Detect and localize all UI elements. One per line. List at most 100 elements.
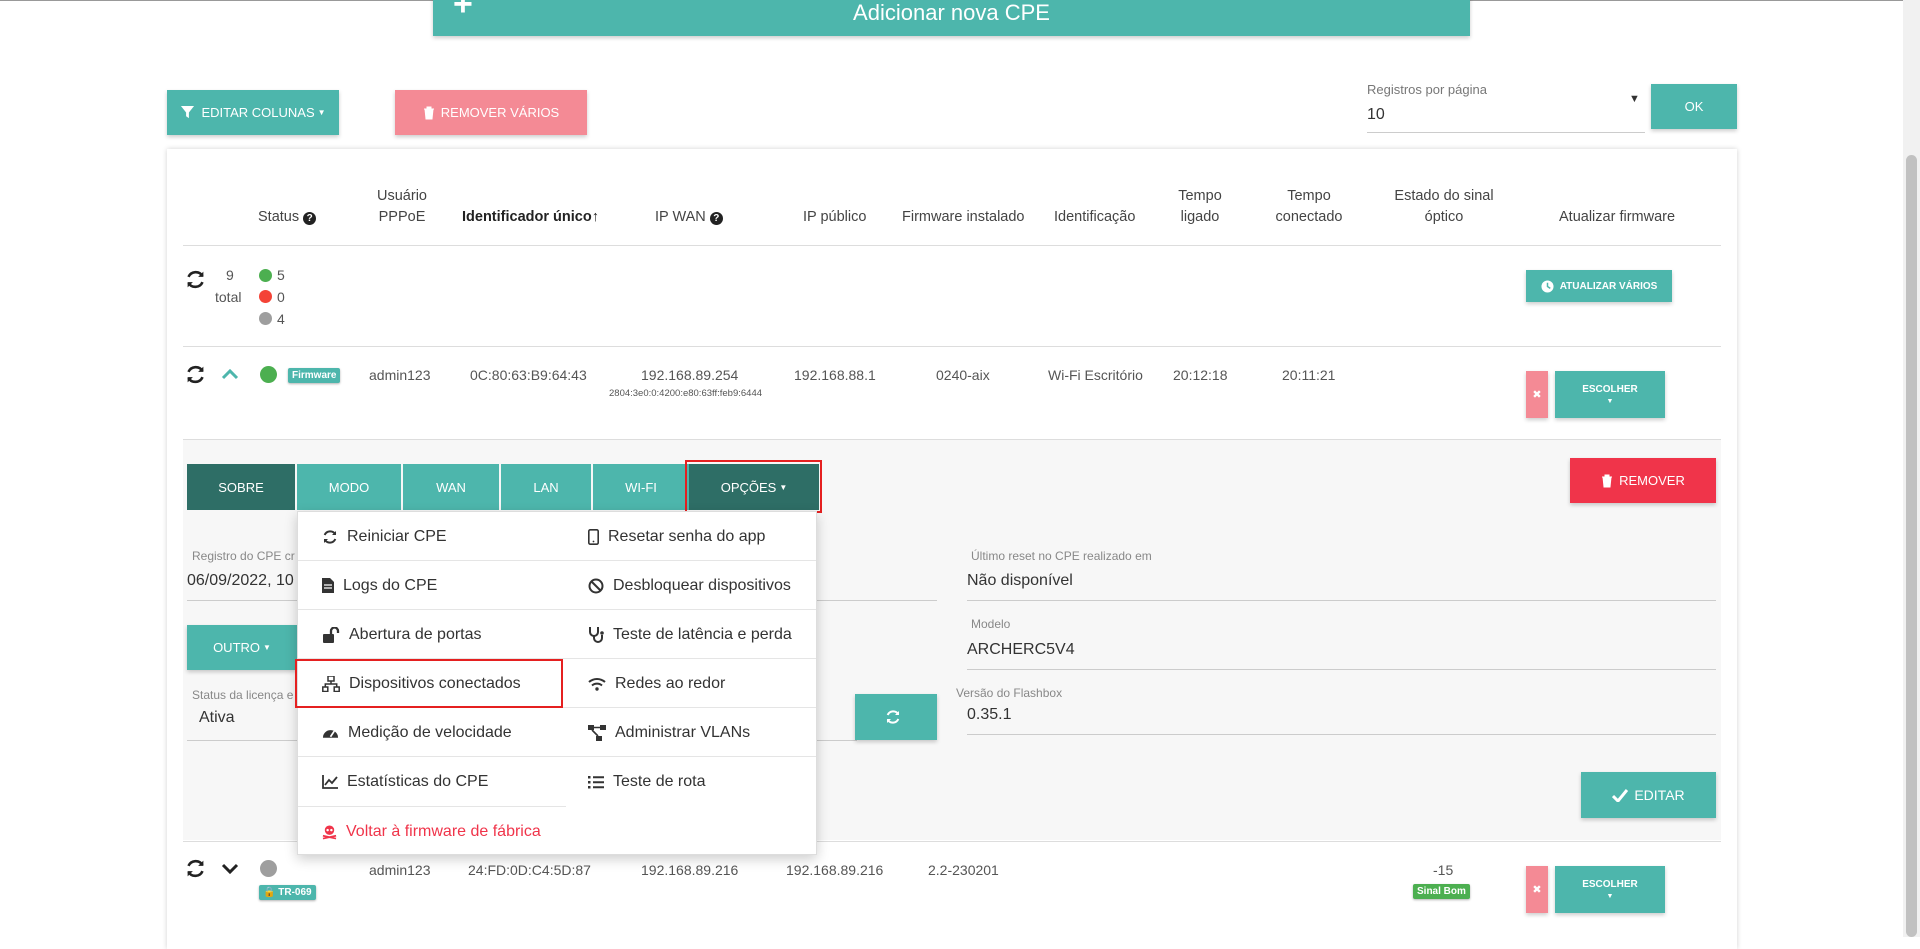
- offline-dot: [259, 290, 272, 303]
- line-chart-icon: [322, 774, 338, 789]
- skull-icon: [322, 824, 337, 839]
- header-update-firmware[interactable]: Atualizar firmware: [1559, 207, 1675, 228]
- help-icon[interactable]: ?: [303, 212, 317, 225]
- tab-lan[interactable]: LAN: [501, 464, 591, 510]
- stethoscope-icon: [589, 627, 604, 643]
- file-icon: [322, 578, 334, 593]
- filter-icon: [181, 105, 195, 119]
- clear-firmware-button[interactable]: ✖: [1526, 866, 1548, 913]
- tab-sobre[interactable]: SOBRE: [187, 464, 295, 510]
- refresh-icon: [886, 710, 900, 724]
- menu-item-nearby-networks[interactable]: Redes ao redor: [588, 659, 816, 708]
- menu-item-restart-cpe[interactable]: Reiniciar CPE: [322, 512, 582, 561]
- row-ip-public: 192.168.89.216: [786, 862, 884, 878]
- menu-item-label: Reiniciar CPE: [347, 527, 447, 545]
- edit-columns-button[interactable]: EDITAR COLUNAS ▼: [167, 90, 339, 135]
- remove-many-button[interactable]: REMOVER VÁRIOS: [395, 90, 587, 135]
- last-reset-label: Último reset no CPE realizado em: [971, 549, 1152, 563]
- refresh-license-button[interactable]: [855, 694, 937, 740]
- lock-icon: 🔒: [263, 887, 276, 898]
- header-firmware[interactable]: Firmware instalado: [902, 207, 1025, 228]
- tab-wifi[interactable]: WI-FI: [593, 464, 689, 510]
- last-reset-value: Não disponível: [967, 572, 1073, 589]
- ok-button[interactable]: OK: [1651, 84, 1737, 129]
- menu-item-speed-test[interactable]: Medição de velocidade: [322, 708, 582, 757]
- refresh-icon[interactable]: [185, 364, 206, 385]
- license-value: Ativa: [199, 709, 235, 726]
- menu-item-cpe-statistics[interactable]: Estatísticas do CPE: [322, 757, 582, 806]
- other-button[interactable]: OUTRO ▼: [187, 625, 297, 670]
- row-pppoe: admin123: [369, 367, 431, 383]
- menu-item-unblock-devices[interactable]: Desbloquear dispositivos: [588, 561, 816, 610]
- tab-wan[interactable]: WAN: [403, 464, 499, 510]
- tr069-badge: 🔒 TR-069: [259, 885, 316, 900]
- trash-icon: [423, 106, 434, 119]
- records-per-page-select[interactable]: 10: [1367, 106, 1645, 133]
- clock-icon: [1541, 279, 1554, 293]
- header-pppoe[interactable]: Usuário PPPoE: [370, 186, 434, 228]
- select-caret-icon[interactable]: ▼: [1629, 93, 1640, 105]
- menu-item-cpe-logs[interactable]: Logs do CPE: [322, 561, 582, 610]
- header-optical[interactable]: Estado do sinal óptico: [1384, 186, 1504, 228]
- flashbox-value: 0.35.1: [967, 706, 1012, 723]
- refresh-icon[interactable]: [185, 269, 206, 290]
- unknown-dot: [259, 312, 272, 325]
- choose-label: ESCOLHER: [1582, 384, 1638, 395]
- header-connected-line1: Tempo: [1287, 188, 1331, 204]
- row-optical-value: -15: [1433, 862, 1454, 878]
- header-identification[interactable]: Identificação: [1054, 207, 1135, 228]
- mobile-icon: [588, 528, 599, 545]
- check-icon: [1612, 788, 1629, 802]
- unlock-icon: [323, 626, 340, 643]
- divider: [183, 245, 1721, 246]
- update-many-button[interactable]: ATUALIZAR VÁRIOS: [1526, 270, 1672, 302]
- help-icon[interactable]: ?: [709, 212, 723, 225]
- header-uptime-line1: Tempo: [1178, 188, 1222, 204]
- list-icon: [588, 775, 604, 788]
- caret-down-icon: ▼: [317, 108, 326, 117]
- tab-modo[interactable]: MODO: [297, 464, 401, 510]
- menu-item-latency-test[interactable]: Teste de latência e perda: [588, 610, 816, 659]
- header-ip-public[interactable]: IP público: [803, 207, 866, 228]
- header-unique-id[interactable]: Identificador único↑: [462, 207, 599, 228]
- row-ip-wan: 192.168.89.216: [641, 862, 739, 878]
- registration-value: 06/09/2022, 10: [187, 572, 294, 589]
- header-ip-wan[interactable]: IP WAN ?: [655, 207, 723, 228]
- highlight-box: [295, 659, 563, 708]
- header-uptime[interactable]: Tempo ligado: [1175, 186, 1225, 228]
- vertical-scrollbar[interactable]: [1903, 0, 1920, 937]
- clear-firmware-button[interactable]: ✖: [1526, 371, 1548, 418]
- row-firmware: 0240-aix: [936, 367, 990, 383]
- choose-label: ESCOLHER: [1582, 879, 1638, 890]
- menu-item-port-forwarding[interactable]: Abertura de portas: [322, 610, 582, 659]
- remove-button[interactable]: REMOVER: [1570, 458, 1716, 503]
- menu-item-traceroute[interactable]: Teste de rota: [588, 757, 816, 806]
- header-pppoe-line1: Usuário: [377, 188, 427, 204]
- caret-down-icon: ▼: [1606, 893, 1614, 900]
- menu-item-factory-firmware[interactable]: Voltar à firmware de fábrica: [322, 807, 582, 856]
- trash-icon: [1602, 474, 1613, 487]
- field-underline: [967, 600, 1716, 601]
- scrollbar-thumb[interactable]: [1906, 155, 1917, 937]
- menu-item-label: Teste de rota: [613, 772, 706, 790]
- header-connected[interactable]: Tempo conectado: [1274, 186, 1344, 228]
- menu-item-label: Logs do CPE: [343, 576, 438, 594]
- row-pppoe: admin123: [369, 862, 431, 878]
- edit-button[interactable]: EDITAR: [1581, 772, 1716, 818]
- wifi-icon: [588, 677, 606, 691]
- menu-item-reset-app-password[interactable]: Resetar senha do app: [588, 512, 816, 561]
- header-status[interactable]: Status ?: [258, 207, 317, 228]
- chevron-down-icon[interactable]: [221, 862, 239, 876]
- header-status-label: Status: [258, 209, 300, 225]
- header-ip-wan-label: IP WAN: [655, 209, 706, 225]
- online-dot: [259, 269, 272, 282]
- sitemap-icon: [588, 724, 606, 741]
- choose-firmware-button[interactable]: ESCOLHER ▼: [1555, 371, 1665, 418]
- add-cpe-button[interactable]: + Adicionar nova CPE: [433, 0, 1470, 36]
- menu-item-manage-vlans[interactable]: Administrar VLANs: [588, 708, 816, 757]
- choose-firmware-button[interactable]: ESCOLHER ▼: [1555, 866, 1665, 913]
- field-underline: [967, 669, 1716, 670]
- records-per-page-label: Registros por página: [1367, 82, 1487, 97]
- chevron-up-icon[interactable]: [221, 367, 239, 381]
- refresh-icon[interactable]: [185, 858, 206, 879]
